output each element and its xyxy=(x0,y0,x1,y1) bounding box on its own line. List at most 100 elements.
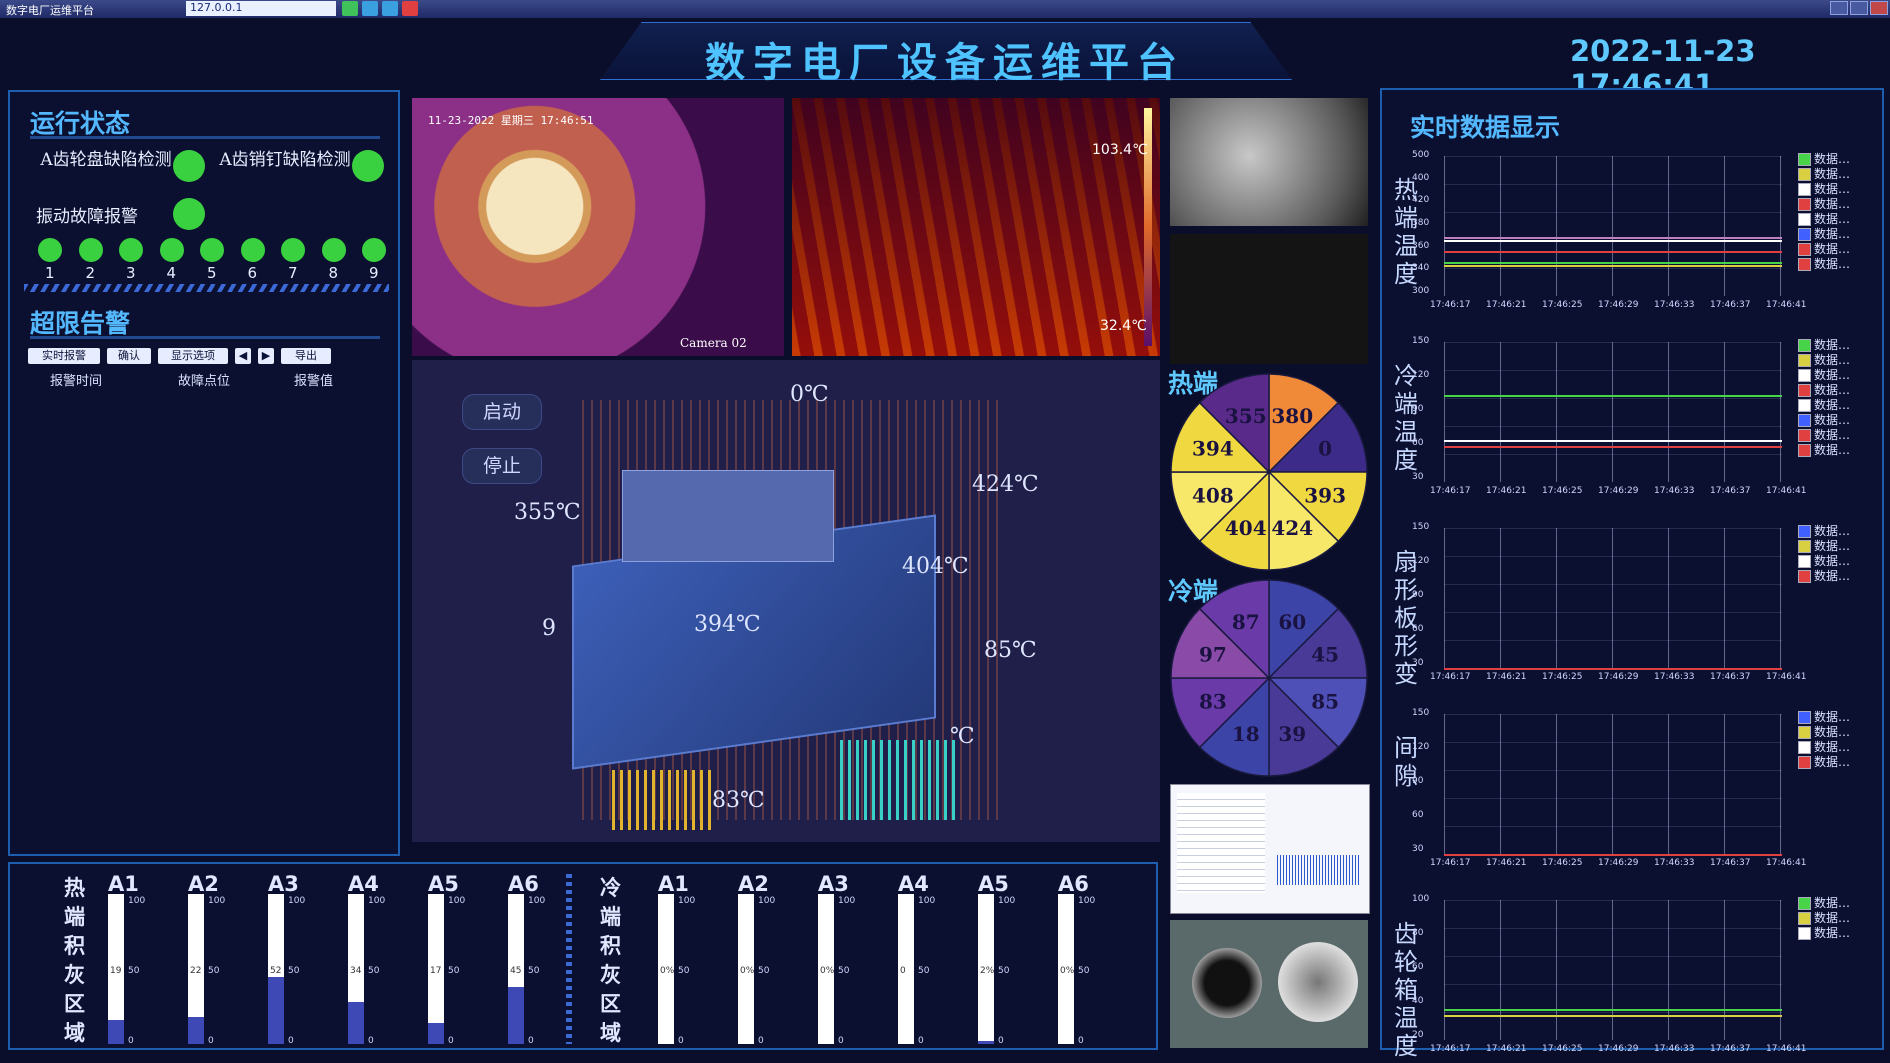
chart-grid xyxy=(1444,342,1782,482)
tube-name: A3 xyxy=(818,872,849,896)
y-tick: 120 xyxy=(1412,370,1430,380)
tube-scale: 50 xyxy=(208,966,220,976)
maximize-icon[interactable] xyxy=(1850,1,1868,15)
tube-scale: 100 xyxy=(368,896,386,906)
tube-scale: 50 xyxy=(1078,966,1090,976)
led-5 xyxy=(200,238,224,262)
go-icon[interactable] xyxy=(342,1,358,16)
tube-scale: 0 xyxy=(678,1036,684,1046)
tube-value: 45 xyxy=(510,966,522,976)
tube-name: A1 xyxy=(658,872,689,896)
tube-scale: 0 xyxy=(838,1036,844,1046)
model-view: 启动 停止 0℃ 424℃ 355℃ 404℃ 394℃ 9 85℃ 83℃ ℃ xyxy=(412,360,1160,842)
temp-label: ℃ xyxy=(950,724,975,749)
ash-tube: 19 xyxy=(108,894,124,1044)
ash-fill xyxy=(268,976,284,1044)
pie-label: 85 xyxy=(1311,689,1339,713)
checkbox-icon xyxy=(1798,927,1811,940)
temp-label: 404℃ xyxy=(902,554,969,579)
window-close-icon[interactable] xyxy=(1870,1,1888,15)
legend-label: 数据… xyxy=(1814,755,1851,769)
tube-scale: 0 xyxy=(918,1036,924,1046)
camera-name: Camera 02 xyxy=(680,336,747,350)
pie-label: 97 xyxy=(1199,643,1227,667)
settings-icon[interactable] xyxy=(382,1,398,16)
led-3 xyxy=(119,238,143,262)
tube-name: A2 xyxy=(738,872,769,896)
temp-label: 9 xyxy=(542,616,556,641)
start-button[interactable]: 启动 xyxy=(462,394,542,430)
inspection-camera-2 xyxy=(1170,234,1368,364)
tube-name: A2 xyxy=(188,872,219,896)
temp-label: 83℃ xyxy=(712,788,765,813)
x-tick: 17:46:37 xyxy=(1710,486,1751,496)
close-tab-icon[interactable] xyxy=(402,1,418,16)
pie-label: 394 xyxy=(1192,437,1234,461)
expand-icon[interactable] xyxy=(362,1,378,16)
confirm-button[interactable]: 确认 xyxy=(107,348,151,364)
legend-checkbox[interactable]: 数据… xyxy=(1798,255,1850,272)
x-tick: 17:46:37 xyxy=(1710,858,1751,868)
tube-scale: 50 xyxy=(128,966,140,976)
y-tick: 90 xyxy=(1412,404,1424,414)
y-tick: 30 xyxy=(1412,658,1424,668)
realtime-alarm-button[interactable]: 实时报警 xyxy=(28,348,100,364)
thermal-min-temp: 32.4℃ xyxy=(1100,318,1147,334)
legend-label: 数据… xyxy=(1814,197,1851,211)
ash-tube: 0% xyxy=(1058,894,1074,1044)
stop-button[interactable]: 停止 xyxy=(462,448,542,484)
defect-images xyxy=(1170,920,1368,1048)
x-tick: 17:46:33 xyxy=(1654,672,1695,682)
thermal-max-temp: 103.4℃ xyxy=(1092,142,1148,158)
minimize-icon[interactable] xyxy=(1830,1,1848,15)
ash-tube: 0 xyxy=(898,894,914,1044)
legend-checkbox[interactable]: 数据… xyxy=(1798,924,1850,941)
data-table-thumb xyxy=(1177,793,1265,893)
next-button[interactable]: ▶ xyxy=(258,348,274,364)
series-line xyxy=(1444,265,1782,268)
legend-checkbox[interactable]: 数据… xyxy=(1798,441,1850,458)
legend-checkbox[interactable]: 数据… xyxy=(1798,567,1850,584)
x-tick: 17:46:33 xyxy=(1654,486,1695,496)
tube-scale: 0 xyxy=(528,1036,534,1046)
series-line xyxy=(1444,1009,1782,1012)
y-tick: 150 xyxy=(1412,336,1430,346)
legend-label: 数据… xyxy=(1814,539,1851,553)
waveform-thumb xyxy=(1277,855,1361,885)
legend-label: 数据… xyxy=(1814,554,1851,568)
x-tick: 17:46:29 xyxy=(1598,486,1639,496)
tube-value: 0% xyxy=(660,966,675,976)
pie-label: 60 xyxy=(1278,610,1306,634)
divider xyxy=(30,336,380,339)
address-field[interactable]: 127.0.0.1 xyxy=(186,1,336,16)
tube-scale: 50 xyxy=(528,966,540,976)
ash-fill xyxy=(348,1002,364,1044)
hot-end-pie: 3800 393 424404 408 394 355 xyxy=(1170,373,1368,571)
x-tick: 17:46:37 xyxy=(1710,1044,1751,1054)
divider xyxy=(30,136,380,139)
x-tick: 17:46:33 xyxy=(1654,858,1695,868)
led-7 xyxy=(281,238,305,262)
model-top-structure xyxy=(622,470,834,562)
legend-label: 数据… xyxy=(1814,710,1851,724)
display-options-button[interactable]: 显示选项 xyxy=(158,348,228,364)
pie-label: 380 xyxy=(1271,404,1313,428)
x-tick: 17:46:21 xyxy=(1486,486,1527,496)
export-button[interactable]: 导出 xyxy=(281,348,331,364)
y-tick: 60 xyxy=(1412,962,1424,972)
led-number: 6 xyxy=(247,264,258,282)
tube-scale: 100 xyxy=(128,896,146,906)
page-title: 数字电厂设备运维平台 xyxy=(705,40,1185,86)
ash-fill xyxy=(978,1041,994,1044)
pie-label: 424 xyxy=(1271,516,1313,540)
legend-label: 数据… xyxy=(1814,443,1851,457)
x-tick: 17:46:25 xyxy=(1542,672,1583,682)
x-tick: 17:46:25 xyxy=(1542,486,1583,496)
pie-label: 355 xyxy=(1225,404,1267,428)
prev-button[interactable]: ◀ xyxy=(235,348,251,364)
legend-checkbox[interactable]: 数据… xyxy=(1798,753,1850,770)
y-tick: 30 xyxy=(1412,472,1424,482)
legend-label: 数据… xyxy=(1814,338,1851,352)
tube-scale: 100 xyxy=(998,896,1016,906)
x-tick: 17:46:41 xyxy=(1766,672,1807,682)
